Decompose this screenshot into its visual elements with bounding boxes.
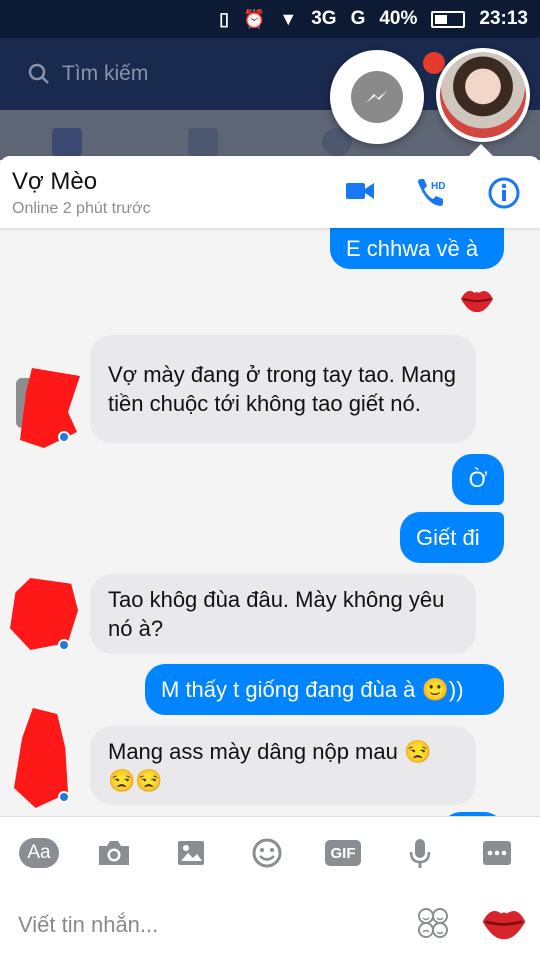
- battery-icon: [431, 10, 466, 28]
- message-input[interactable]: [18, 908, 378, 942]
- image-button[interactable]: [170, 835, 212, 871]
- gif-icon: GIF: [325, 840, 361, 866]
- kiss-lips-sticker[interactable]: [459, 285, 495, 315]
- avatar-photo: [440, 52, 526, 138]
- people-tab-icon: [188, 128, 218, 156]
- avatar-scribble: [10, 578, 78, 650]
- message-incoming[interactable]: Mang ass mày dâng nộp mau 😒😒😒: [90, 726, 476, 805]
- contact-chathead-avatar[interactable]: [436, 48, 530, 142]
- message-outgoing[interactable]: E chhwa về à: [330, 228, 504, 269]
- network-label: 3G: [311, 8, 337, 29]
- text-format-button[interactable]: Aa: [18, 835, 60, 871]
- microphone-button[interactable]: [399, 835, 441, 871]
- wifi-icon: ▼: [279, 8, 298, 29]
- emoji-button[interactable]: [246, 835, 288, 871]
- video-call-icon[interactable]: [344, 176, 376, 206]
- hd-voice-call-icon[interactable]: HD: [414, 176, 450, 210]
- message-thread[interactable]: E chhwa về à Vợ mày đang ở trong tay tao…: [0, 228, 540, 816]
- message-outgoing[interactable]: M thấy t giống đang đùa à 🙂)): [145, 664, 504, 715]
- battery-percent: 40%: [379, 8, 418, 29]
- info-icon[interactable]: [487, 176, 521, 210]
- search-icon: [28, 63, 49, 84]
- more-icon: [483, 841, 511, 865]
- contact-name[interactable]: Vợ Mèo: [12, 168, 97, 196]
- alarm-icon: ⏰: [242, 8, 266, 29]
- search-placeholder: Tìm kiếm: [62, 62, 149, 85]
- message-incoming[interactable]: Vợ mày đang ở trong tay tao. Mang tiền c…: [90, 335, 476, 443]
- sticker-faces-icon[interactable]: [416, 906, 450, 940]
- home-tab-icon: [52, 128, 82, 156]
- status-bar: ▯ ⏰ ▼ 3G G 40% 23:13: [0, 0, 540, 38]
- vibrate-icon: ▯: [219, 8, 229, 29]
- message-outgoing[interactable]: Ờ: [452, 454, 504, 505]
- read-receipt-icon: [58, 639, 70, 651]
- read-receipt-icon: [58, 431, 70, 443]
- chat-header: Vợ Mèo Online 2 phút trước: [0, 156, 540, 228]
- messenger-icon: [351, 71, 403, 123]
- emoji-icon: [252, 838, 282, 868]
- avatar-scribble: [20, 368, 80, 448]
- image-icon: [178, 841, 204, 865]
- text-format-icon: Aa: [19, 838, 59, 868]
- message-outgoing[interactable]: Giết đi: [400, 512, 504, 563]
- contact-status: Online 2 phút trước: [12, 200, 151, 217]
- microphone-icon: [409, 839, 431, 868]
- svg-text:HD: HD: [431, 181, 445, 192]
- message-incoming[interactable]: Tao khôg đùa đâu. Mày không yêu nó à?: [90, 574, 476, 654]
- network-label-2: G: [350, 8, 366, 29]
- kiss-lips-send-icon[interactable]: [480, 902, 528, 944]
- clock: 23:13: [479, 8, 528, 29]
- messenger-chathead[interactable]: [330, 50, 424, 144]
- camera-icon: [99, 841, 129, 865]
- camera-button[interactable]: [93, 835, 135, 871]
- read-receipt-icon: [58, 791, 70, 803]
- more-button[interactable]: [476, 835, 518, 871]
- gif-button[interactable]: GIF: [322, 835, 364, 871]
